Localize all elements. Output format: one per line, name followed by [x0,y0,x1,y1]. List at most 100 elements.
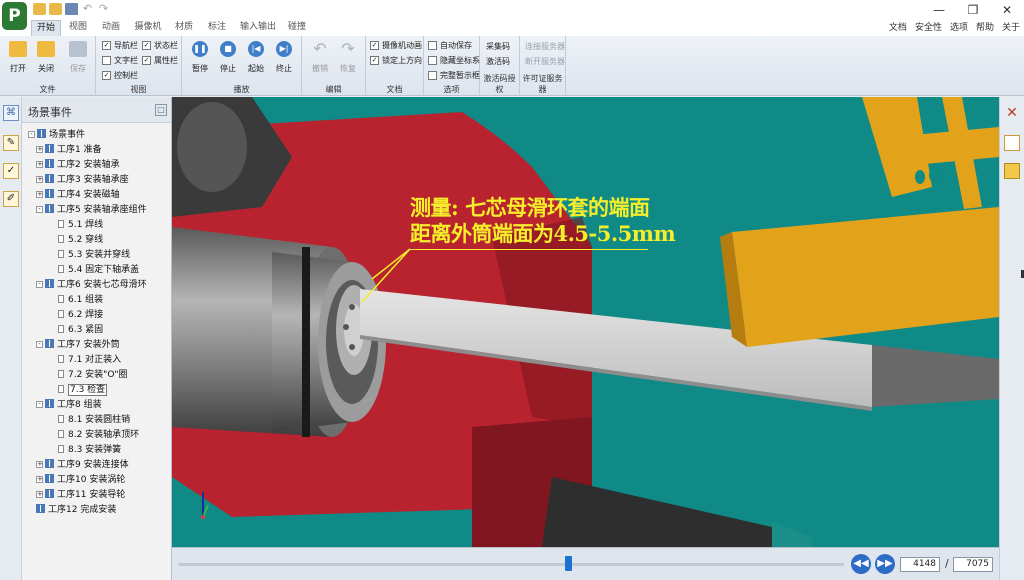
link-security[interactable]: 安全性 [915,20,942,36]
tree-group-item[interactable]: - 工序6 安装七芯母滑环 [36,278,147,293]
tree-group-item[interactable]: - 工序5 安装轴承座组件 [36,203,147,218]
tree-group-item[interactable]: - 工序7 安装外筒 [36,338,120,353]
tree-step-item[interactable]: 6.1 组装 [58,293,103,308]
tree-step-item[interactable]: 8.2 安装轴承顶环 [58,428,139,443]
tab-input-output[interactable]: 输入输出 [237,20,279,36]
tools-icon[interactable]: ✎ [3,135,19,151]
current-frame-field[interactable]: 4148 [900,557,940,572]
save-button[interactable]: 保存 [62,38,94,74]
tree-step-item[interactable]: 6.2 焊接 [58,308,103,323]
checklist-icon[interactable]: ✓ [3,163,19,179]
expand-icon[interactable]: + [36,491,43,498]
collapse-icon[interactable]: - [36,281,43,288]
skip-start-icon: |◀ [248,41,264,57]
open-folder-icon[interactable] [33,3,46,15]
properties-icon[interactable] [1004,135,1020,151]
connect-server-button[interactable]: 连接服务器 [525,41,565,52]
tree-group-item[interactable]: + 工序2 安装轴承 [36,158,120,173]
check-camera-animation[interactable]: ✓ 摄像机动画 [370,40,422,51]
tree-step-item[interactable]: 6.3 紧固 [58,323,103,338]
tree-group-item[interactable]: + 工序9 安装连接体 [36,458,129,473]
redo-icon[interactable]: ↷ [97,3,110,15]
app-logo[interactable]: P [2,2,27,30]
expand-icon[interactable]: + [36,176,43,183]
restore-button[interactable]: ❐ [956,0,990,20]
expand-icon[interactable]: + [36,461,43,468]
tree-step-item[interactable]: 5.2 穿线 [58,233,103,248]
tree-group-item[interactable]: + 工序1 准备 [36,143,102,158]
collapse-icon[interactable]: - [36,341,43,348]
tree-step-item[interactable]: 5.4 固定下轴承盖 [58,263,139,278]
group-license: 连接服务器 断开服务器 许可证服务器 [520,36,566,96]
tab-animation[interactable]: 动画 [98,20,124,36]
tree-step-item[interactable]: 7.1 对正装入 [58,353,121,368]
tree-step-item[interactable]: 8.1 安装圆柱销 [58,413,130,428]
measure-tool-icon[interactable]: ✕ [1004,105,1020,121]
timeline-track[interactable] [178,563,844,566]
collapse-icon[interactable]: - [36,401,43,408]
3d-viewport[interactable]: 测量: 七芯母滑环套的端面 距离外筒端面为4.5-5.5mm [172,97,999,547]
expand-icon[interactable]: + [36,191,43,198]
tree-group-item[interactable]: - 场景事件 [28,128,85,143]
forward-button[interactable]: ▶▶ [875,554,895,574]
tab-view[interactable]: 视图 [65,20,91,36]
tree-group-item[interactable]: + 工序11 安装导轮 [36,488,125,503]
tree-step-item[interactable]: 7.2 安装"O"圈 [58,368,128,383]
tree-step-item[interactable]: 5.1 焊线 [58,218,103,233]
tree-group-item[interactable]: + 工序10 安装涡轮 [36,473,125,488]
link-about[interactable]: 关于 [1002,20,1020,36]
tree-group-item[interactable]: 工序12 完成安装 [36,503,116,518]
tree-step-item[interactable]: 7.3 检查 [58,383,108,398]
link-options[interactable]: 选项 [950,20,968,36]
activate-code-button[interactable]: 激活码 [486,56,510,67]
expand-icon[interactable]: + [36,146,43,153]
redo-button[interactable]: ↷ 恢复 [332,38,364,74]
tree-step-item[interactable]: 5.3 安装并穿线 [58,248,130,263]
expand-icon[interactable]: + [36,476,43,483]
scene-tree-icon[interactable]: ⌘ [3,105,19,121]
scene-events-panel: 场景事件 □ - 场景事件 + 工序1 准备 + 工序2 安装轴承 + 工序3 安装轴承座 + 工… [22,97,172,580]
tree-step-item[interactable]: 8.3 安装弹簧 [58,443,121,458]
pencil-icon[interactable]: ✐ [3,191,19,207]
timeline-thumb[interactable] [565,556,573,571]
disconnect-server-button[interactable]: 断开服务器 [525,56,565,67]
tree-group-item[interactable]: - 工序8 组装 [36,398,102,413]
tab-camera[interactable]: 摄像机 [131,20,165,36]
collapse-icon[interactable]: - [36,206,43,213]
link-help[interactable]: 帮助 [976,20,994,36]
check-hide-axes[interactable]: 隐藏坐标系 [428,55,480,66]
check-statusbar[interactable]: ✓ 状态栏 [142,40,178,51]
undo-icon[interactable]: ↶ [81,3,94,15]
left-tool-strip: ⌘ ✎ ✓ ✐ [0,97,22,580]
collapse-icon[interactable]: - [28,131,35,138]
expand-icon[interactable]: + [36,161,43,168]
check-full-tooltip[interactable]: 完整暂示框 [428,70,480,81]
check-propertybar[interactable]: ✓ 属性栏 [142,55,178,66]
notes-icon[interactable] [1004,163,1020,179]
check-textbar[interactable]: 文字栏 [102,55,138,66]
close-file-button[interactable]: 关闭 [30,38,62,74]
tab-annotation[interactable]: 标注 [204,20,230,36]
end-button[interactable]: ▶| 终止 [268,38,300,74]
tree-item-label: 5.1 焊线 [68,220,104,230]
link-document[interactable]: 文档 [889,20,907,36]
check-lock-up[interactable]: ✓ 锁定上方向 [370,55,422,66]
pin-icon[interactable]: □ [155,104,167,116]
tab-material[interactable]: 材质 [171,20,197,36]
group-icon [45,459,54,468]
tree-group-item[interactable]: + 工序4 安装磁轴 [36,188,120,203]
check-autosave[interactable]: 自动保存 [428,40,472,51]
rewind-button[interactable]: ◀◀ [851,554,871,574]
tab-start[interactable]: 开始 [31,20,61,36]
check-navbar[interactable]: ✓ 导航栏 [102,40,138,51]
group-play: ❚❚ 暂停 ■ 停止 |◀ 起始 ▶| 终止 播放 [182,36,302,96]
close-button[interactable]: ✕ [990,0,1024,20]
collect-code-button[interactable]: 采集码 [486,41,510,52]
tab-collision[interactable]: 碰撞 [284,20,310,36]
folder-icon[interactable] [49,3,62,15]
tree-item-label: 工序4 安装磁轴 [57,190,120,200]
check-controlbar[interactable]: ✓ 控制栏 [102,70,138,81]
minimize-button[interactable]: — [922,0,956,20]
save-icon[interactable] [65,3,78,15]
tree-group-item[interactable]: + 工序3 安装轴承座 [36,173,129,188]
